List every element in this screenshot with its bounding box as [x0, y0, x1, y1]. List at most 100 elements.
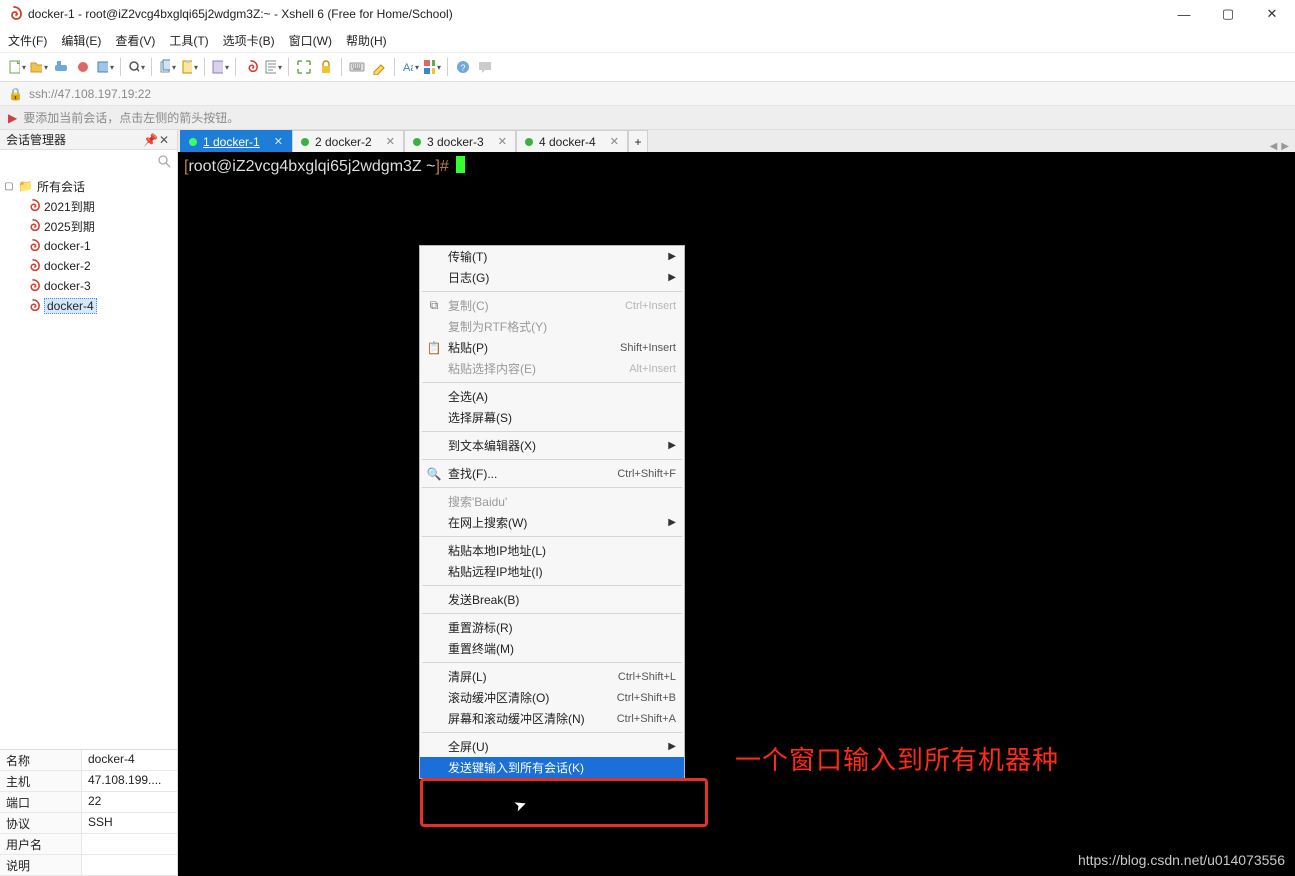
tree-item-docker-1[interactable]: docker-1 [2, 236, 173, 256]
toolbar-connect-icon[interactable] [52, 58, 70, 76]
sidebar-close-icon[interactable]: ✕ [157, 133, 171, 147]
menu-tools[interactable]: 工具(T) [169, 32, 208, 49]
prop-key: 用户名 [0, 834, 82, 854]
tab-docker-3[interactable]: 3 docker-3 ✕ [404, 130, 516, 152]
toolbar-fullscreen-icon[interactable] [295, 58, 313, 76]
toolbar-script-icon[interactable] [264, 58, 282, 76]
session-icon [26, 239, 40, 253]
toolbar-session-icon[interactable] [242, 58, 260, 76]
window-close-button[interactable]: ✕ [1255, 4, 1289, 24]
ctx-to-editor[interactable]: 到文本编辑器(X)▶ [420, 435, 684, 456]
ctx-clear-scroll[interactable]: 滚动缓冲区清除(O)Ctrl+Shift+B [420, 687, 684, 708]
session-icon [26, 299, 40, 313]
ctx-select-screen[interactable]: 选择屏幕(S) [420, 407, 684, 428]
ctx-transfer[interactable]: 传输(T)▶ [420, 246, 684, 267]
tab-add-button[interactable]: + [628, 130, 648, 152]
toolbar-new-icon[interactable] [8, 58, 26, 76]
tab-close-icon[interactable]: ✕ [610, 135, 619, 148]
tab-docker-2[interactable]: 2 docker-2 ✕ [292, 130, 404, 152]
app-icon [6, 6, 22, 22]
ctx-clear[interactable]: 清屏(L)Ctrl+Shift+L [420, 666, 684, 687]
prop-value [82, 855, 177, 875]
toolbar-font-icon[interactable]: Aa [401, 58, 419, 76]
toolbar-misc-icon[interactable] [96, 58, 114, 76]
tab-docker-4[interactable]: 4 docker-4 ✕ [516, 130, 628, 152]
properties-panel: 名称 docker-4 主机 47.108.199.... 端口 22 协议 S… [0, 749, 177, 876]
tab-nav-right-icon[interactable]: ▶ [1281, 141, 1289, 152]
prop-row-name: 名称 docker-4 [0, 750, 177, 771]
ctx-copy-rtf: 复制为RTF格式(Y) [420, 316, 684, 337]
menu-window[interactable]: 窗口(W) [289, 32, 332, 49]
ctx-log[interactable]: 日志(G)▶ [420, 267, 684, 288]
ctx-paste-local-ip[interactable]: 粘贴本地IP地址(L) [420, 540, 684, 561]
toolbar-help-icon[interactable]: ? [454, 58, 472, 76]
toolbar-search-icon[interactable] [127, 58, 145, 76]
toolbar-disconnect-icon[interactable] [74, 58, 92, 76]
ctx-find[interactable]: 🔍查找(F)...Ctrl+Shift+F [420, 463, 684, 484]
toolbar-prop-icon[interactable] [211, 58, 229, 76]
prop-value [82, 834, 177, 854]
ctx-web-search[interactable]: 在网上搜索(W)▶ [420, 512, 684, 533]
tree-root[interactable]: ▢ 📁 所有会话 [2, 176, 173, 196]
toolbar-keyboard-icon[interactable] [348, 58, 366, 76]
tree-item-docker-2[interactable]: docker-2 [2, 256, 173, 276]
toolbar-copy-icon[interactable] [158, 58, 176, 76]
tree-item-docker-4[interactable]: docker-4 [2, 296, 173, 316]
status-dot-icon [301, 138, 309, 146]
tree-collapse-icon[interactable]: ▢ [4, 181, 14, 192]
ctx-paste-remote-ip[interactable]: 粘贴远程IP地址(I) [420, 561, 684, 582]
toolbar-highlight-icon[interactable] [370, 58, 388, 76]
flag-icon: ▶ [8, 111, 17, 125]
tree-item-label: docker-2 [44, 259, 91, 273]
ctx-select-all[interactable]: 全选(A) [420, 386, 684, 407]
tab-nav-left-icon[interactable]: ◀ [1270, 141, 1278, 152]
lock-icon: 🔒 [8, 87, 23, 101]
menu-view[interactable]: 查看(V) [115, 32, 155, 49]
toolbar-separator [394, 58, 395, 76]
tab-nav: ◀ ▶ [1270, 141, 1295, 152]
session-icon [26, 219, 40, 233]
window-minimize-button[interactable]: — [1167, 4, 1201, 24]
ctx-separator [422, 585, 682, 586]
window-maximize-button[interactable]: ▢ [1211, 4, 1245, 24]
svg-text:?: ? [461, 63, 466, 73]
toolbar-chat-icon[interactable] [476, 58, 494, 76]
ctx-fullscreen[interactable]: 全屏(U)▶ [420, 736, 684, 757]
ctx-separator [422, 487, 682, 488]
toolbar-lock-icon[interactable] [317, 58, 335, 76]
toolbar-paste-icon[interactable] [180, 58, 198, 76]
menu-file[interactable]: 文件(F) [8, 32, 47, 49]
toolbar-separator [120, 58, 121, 76]
sidebar-search[interactable] [0, 150, 177, 172]
tab-label: 3 docker-3 [427, 135, 492, 149]
sidebar-pin-icon[interactable]: 📌 [143, 133, 157, 147]
menu-tabs[interactable]: 选项卡(B) [223, 32, 275, 49]
tab-close-icon[interactable]: ✕ [274, 135, 283, 148]
prop-key: 说明 [0, 855, 82, 875]
menu-edit[interactable]: 编辑(E) [61, 32, 101, 49]
ctx-send-break[interactable]: 发送Break(B) [420, 589, 684, 610]
tree-item-label: docker-1 [44, 239, 91, 253]
tree-item-2021[interactable]: 2021到期 [2, 196, 173, 216]
ctx-paste[interactable]: 📋粘贴(P)Shift+Insert [420, 337, 684, 358]
submenu-arrow-icon: ▶ [668, 741, 676, 752]
ctx-reset-cursor[interactable]: 重置游标(R) [420, 617, 684, 638]
tab-label: 4 docker-4 [539, 135, 604, 149]
tab-close-icon[interactable]: ✕ [386, 135, 395, 148]
prop-value: 47.108.199.... [82, 771, 177, 791]
tree-item-docker-3[interactable]: docker-3 [2, 276, 173, 296]
menu-help[interactable]: 帮助(H) [346, 32, 387, 49]
ctx-clear-all[interactable]: 屏幕和滚动缓冲区清除(N)Ctrl+Shift+A [420, 708, 684, 729]
session-icon [26, 279, 40, 293]
toolbar-open-icon[interactable] [30, 58, 48, 76]
tab-close-icon[interactable]: ✕ [498, 135, 507, 148]
tab-docker-1[interactable]: 1 docker-1 ✕ [180, 130, 292, 152]
toolbar-color-icon[interactable] [423, 58, 441, 76]
ctx-reset-term[interactable]: 重置终端(M) [420, 638, 684, 659]
prop-value: SSH [82, 813, 177, 833]
folder-icon: 📁 [18, 179, 33, 193]
ctx-send-all-sessions[interactable]: 发送键输入到所有会话(K) [420, 757, 684, 778]
address-text[interactable]: ssh://47.108.197.19:22 [29, 87, 151, 101]
sidebar-title: 会话管理器 [6, 131, 143, 148]
tree-item-2025[interactable]: 2025到期 [2, 216, 173, 236]
